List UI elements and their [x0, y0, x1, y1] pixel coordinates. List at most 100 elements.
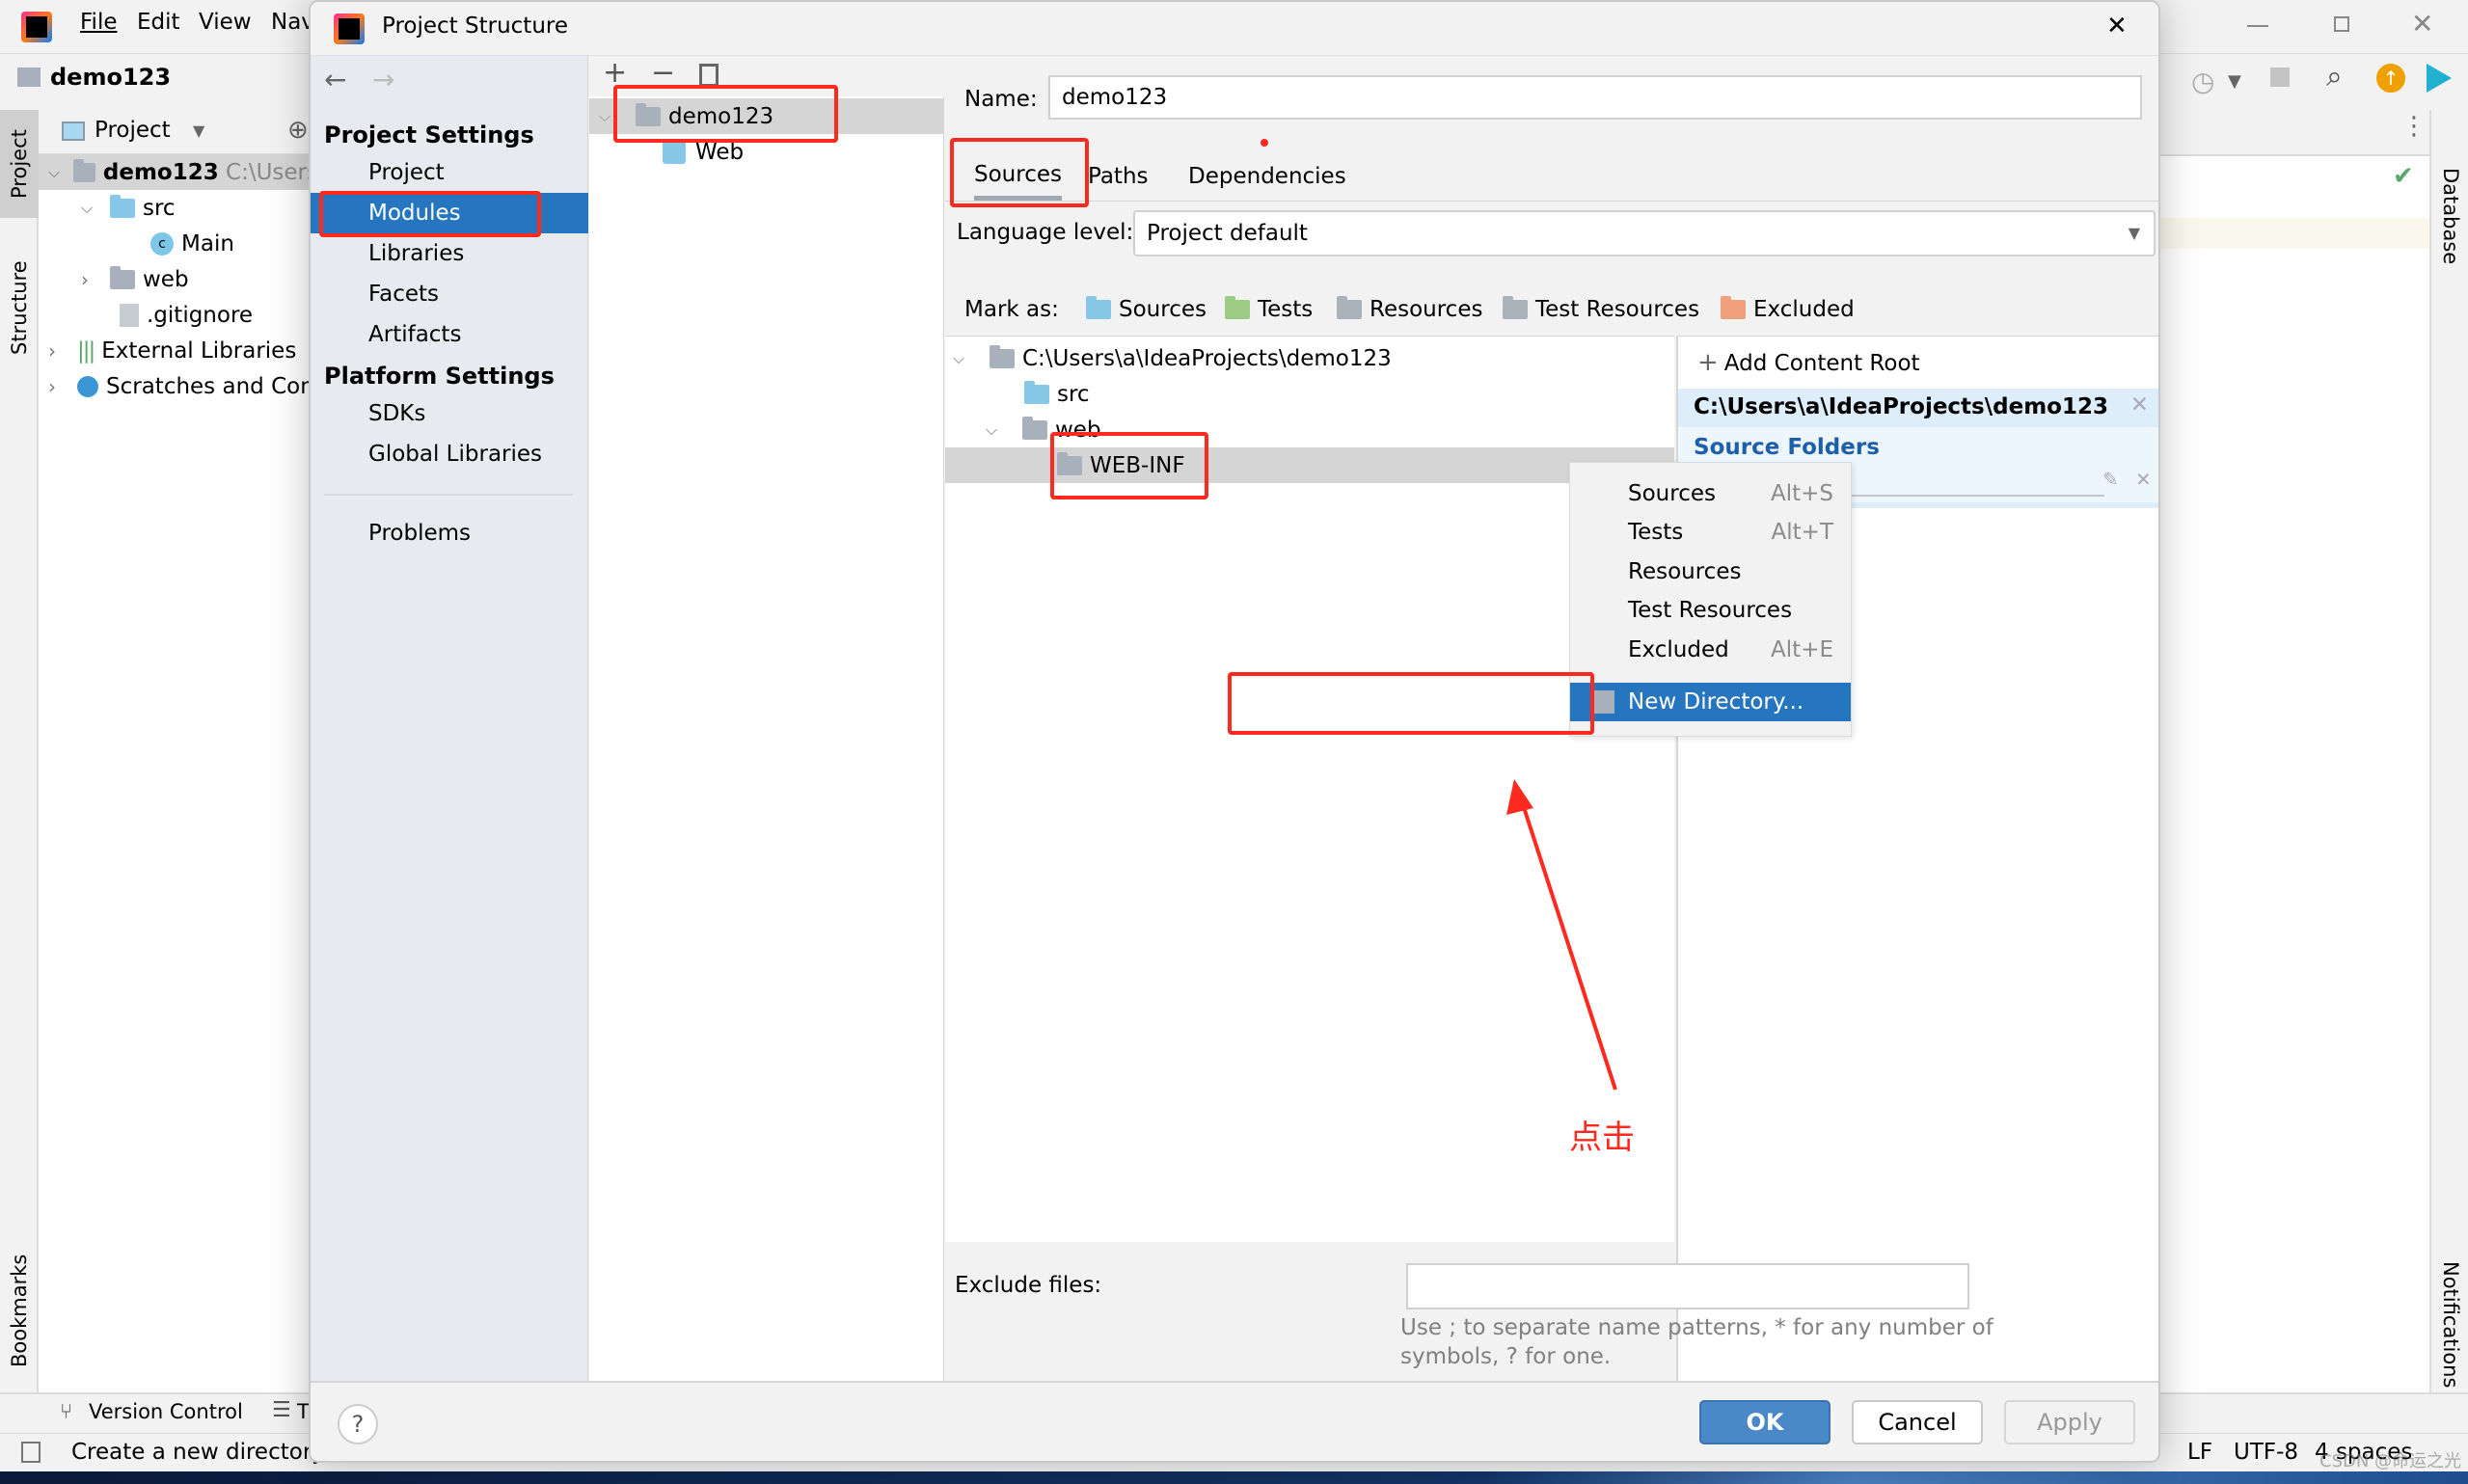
- module-item-demo123[interactable]: ⌵ demo123: [589, 98, 944, 134]
- ctx-item-test-resources[interactable]: Test Resources: [1570, 591, 1851, 630]
- todo-tab[interactable]: T: [297, 1400, 310, 1423]
- remove-content-root-icon[interactable]: ✕: [2130, 392, 2149, 418]
- chevron-down-icon[interactable]: ▼: [193, 121, 204, 140]
- ctx-item-sources[interactable]: Sources Alt+S: [1570, 474, 1851, 513]
- remove-source-folder-icon[interactable]: ✕: [2135, 468, 2152, 491]
- java-class-icon: c: [150, 231, 174, 256]
- chevron-down-icon[interactable]: ⌵: [48, 163, 73, 182]
- stop-icon[interactable]: [2270, 67, 2290, 87]
- tab-sources[interactable]: Sources: [974, 152, 1062, 201]
- nav-item-global-libraries[interactable]: Global Libraries: [311, 434, 588, 474]
- nav-divider: [324, 494, 573, 496]
- tree-item-scratches[interactable]: › Scratches and Con: [39, 368, 318, 404]
- add-icon[interactable]: +: [603, 56, 627, 90]
- structure-tool-tab[interactable]: Structure: [0, 245, 39, 370]
- file-encoding[interactable]: UTF-8: [2234, 1440, 2298, 1465]
- add-content-root-button[interactable]: + Add Content Root: [1697, 348, 1920, 377]
- vcs-icon: ⑂: [60, 1400, 73, 1424]
- forward-arrow-icon[interactable]: →: [372, 64, 394, 95]
- tree-item-web[interactable]: ⌵ web: [986, 412, 1101, 447]
- window-close-icon[interactable]: ✕: [2411, 8, 2433, 40]
- search-icon[interactable]: ⌕: [2326, 60, 2343, 94]
- menu-file[interactable]: File: [80, 10, 118, 35]
- tree-item-demo123[interactable]: ⌵ demo123 C:\Users: [39, 154, 318, 190]
- ctx-item-excluded[interactable]: Excluded Alt+E: [1570, 631, 1851, 669]
- excluded-folder-icon: [1721, 296, 1746, 319]
- menu-edit[interactable]: Edit: [137, 10, 180, 35]
- more-options-icon[interactable]: ⋮: [2401, 112, 2427, 141]
- content-root-header: C:\Users\a\IdeaProjects\demo123 ✕: [1678, 389, 2158, 427]
- os-taskbar: [0, 1471, 2468, 1484]
- chevron-right-icon[interactable]: ›: [48, 375, 77, 398]
- module-name-input[interactable]: demo123: [1048, 75, 2142, 120]
- chevron-down-icon[interactable]: ⌵: [599, 107, 636, 126]
- mark-as-tests[interactable]: Tests: [1225, 296, 1313, 322]
- bookmarks-tool-tab[interactable]: Bookmarks: [0, 1238, 39, 1383]
- back-arrow-icon[interactable]: ←: [324, 64, 346, 95]
- nav-item-modules[interactable]: Modules: [311, 193, 588, 233]
- exclude-files-input[interactable]: [1406, 1263, 1969, 1309]
- nav-item-artifacts[interactable]: Artifacts: [311, 314, 588, 355]
- edit-icon[interactable]: ✎: [2102, 468, 2119, 491]
- mark-as-resources[interactable]: Resources: [1337, 296, 1482, 322]
- ctx-item-tests[interactable]: Tests Alt+T: [1570, 513, 1851, 552]
- tree-item-content-root[interactable]: ⌵ C:\Users\a\IdeaProjects\demo123: [953, 340, 1392, 376]
- tree-item-src[interactable]: ⌵ src: [39, 190, 318, 226]
- tree-item-web[interactable]: › web: [39, 261, 318, 297]
- ok-button[interactable]: OK: [1699, 1400, 1831, 1444]
- mark-as-label: Mark as:: [964, 297, 1059, 322]
- language-level-select[interactable]: Project default ▼: [1133, 210, 2156, 256]
- apply-button[interactable]: Apply: [2004, 1400, 2135, 1444]
- project-view-selector[interactable]: Project: [95, 118, 171, 143]
- nav-item-facets[interactable]: Facets: [311, 274, 588, 314]
- tab-dependencies[interactable]: Dependencies: [1188, 152, 1346, 201]
- chevron-right-icon[interactable]: ›: [81, 268, 110, 291]
- chevron-down-icon[interactable]: ⌵: [953, 349, 990, 368]
- chevron-down-icon[interactable]: ⌵: [986, 420, 1022, 440]
- project-tool-tab[interactable]: Project: [0, 110, 39, 218]
- ctx-item-resources[interactable]: Resources: [1570, 553, 1851, 591]
- dropdown-arrow-icon[interactable]: ▼: [2228, 71, 2241, 92]
- remove-icon[interactable]: −: [651, 56, 675, 90]
- restore-icon[interactable]: [2334, 16, 2349, 32]
- dialog-close-icon[interactable]: ✕: [2106, 12, 2128, 40]
- module-item-web-facet[interactable]: Web: [663, 134, 744, 170]
- version-control-tab[interactable]: Version Control: [89, 1400, 243, 1423]
- nav-item-sdks[interactable]: SDKs: [311, 393, 588, 434]
- module-folder-icon: [73, 158, 95, 182]
- tree-item-main[interactable]: c Main: [39, 226, 318, 261]
- mark-as-context-menu: Sources Alt+S Tests Alt+T Resources Test R…: [1569, 462, 1852, 737]
- line-separator[interactable]: LF: [2187, 1440, 2212, 1465]
- tree-item-gitignore[interactable]: .gitignore: [39, 297, 318, 333]
- module-list-toolbar: + −: [589, 56, 944, 96]
- mark-as-sources[interactable]: Sources: [1086, 296, 1207, 322]
- folder-icon: [990, 344, 1015, 368]
- run-history-icon[interactable]: ◷: [2191, 66, 2214, 97]
- nav-item-problems[interactable]: Problems: [311, 513, 588, 553]
- watermark: CSDN @命运之光: [2319, 1451, 2462, 1471]
- help-button[interactable]: ?: [338, 1404, 378, 1444]
- chevron-down-icon[interactable]: ⌵: [81, 199, 110, 218]
- mark-as-excluded[interactable]: Excluded: [1721, 296, 1855, 322]
- ctx-item-new-directory[interactable]: New Directory...: [1570, 683, 1851, 721]
- minimize-icon[interactable]: [2247, 25, 2268, 27]
- database-tool-tab[interactable]: Database: [2431, 148, 2468, 283]
- nav-item-libraries[interactable]: Libraries: [311, 233, 588, 274]
- cancel-button[interactable]: Cancel: [1852, 1400, 1983, 1444]
- copy-icon[interactable]: [699, 64, 719, 87]
- menu-view[interactable]: View: [199, 10, 252, 35]
- chevron-right-icon[interactable]: ›: [48, 339, 77, 363]
- annotation-label: 点击: [1569, 1119, 1635, 1157]
- tree-item-src[interactable]: src: [1024, 376, 1090, 412]
- notifications-tool-tab[interactable]: Notifications: [2431, 1248, 2468, 1402]
- toolbox-icon[interactable]: [2427, 64, 2452, 93]
- tree-item-web-inf[interactable]: WEB-INF: [945, 447, 1674, 483]
- tree-item-external-libraries[interactable]: › ||| External Libraries: [39, 333, 318, 368]
- tab-paths[interactable]: Paths: [1088, 152, 1149, 201]
- mark-as-test-resources[interactable]: Test Resources: [1503, 296, 1699, 322]
- web-facet-icon: [663, 140, 686, 164]
- project-view-icon: [62, 121, 85, 141]
- locate-icon[interactable]: ⊕: [287, 116, 309, 145]
- update-icon[interactable]: ↑: [2376, 64, 2405, 93]
- nav-item-project[interactable]: Project: [311, 152, 588, 193]
